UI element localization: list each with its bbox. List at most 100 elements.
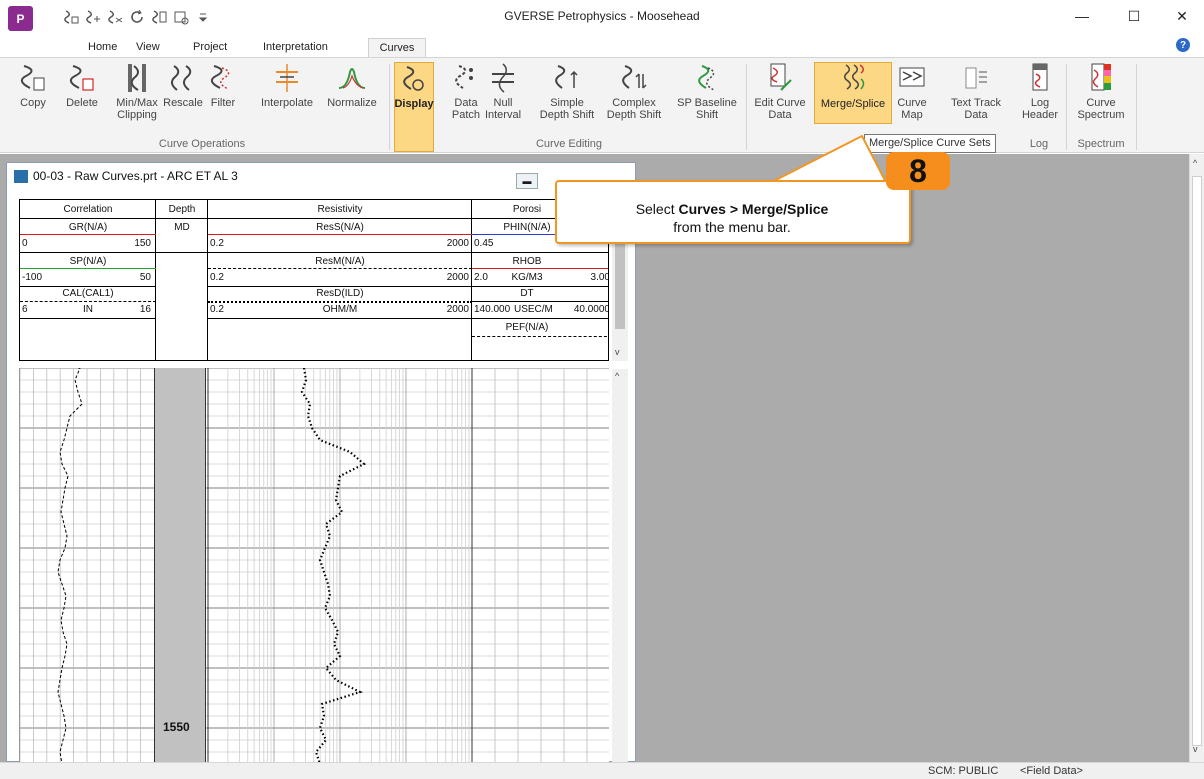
close-button[interactable]: ✕	[1162, 2, 1202, 30]
filter-button[interactable]: Filter	[206, 62, 240, 130]
curve-scale-right: 2000	[446, 272, 469, 283]
interpolate-icon	[272, 62, 302, 94]
curve-scale-left: 0.2	[210, 238, 224, 249]
complex-depth-shift-icon	[619, 62, 649, 94]
normalize-button[interactable]: Normalize	[322, 62, 382, 130]
log-header-icon	[1025, 62, 1055, 94]
text-track-data-button[interactable]: Text Track Data	[944, 62, 1008, 130]
edit-curve-data-icon	[765, 62, 795, 94]
min-max-clipping-label: Min/Max Clipping	[116, 97, 158, 121]
settings-icon[interactable]	[172, 8, 190, 26]
track-title: Depth	[168, 204, 196, 215]
curve-name: SP(N/A)	[69, 256, 107, 267]
curve-tool-icon[interactable]	[106, 8, 124, 26]
curve-map-button[interactable]: Curve Map	[894, 62, 930, 130]
merge-splice-icon	[838, 63, 868, 95]
workspace-scrollbar[interactable]: ^ v	[1189, 154, 1204, 762]
sp-baseline-shift-label: SP Baseline Shift	[677, 97, 737, 121]
scroll-up-icon[interactable]: ^	[1193, 158, 1197, 168]
tab-project[interactable]: Project	[189, 38, 231, 58]
refresh-icon[interactable]	[128, 8, 146, 26]
callout-command: Curves > Merge/Splice	[678, 201, 829, 217]
group-separator	[1066, 64, 1067, 150]
curve-scale-right: 150	[134, 238, 151, 249]
quick-access-toolbar	[62, 8, 212, 26]
tab-interpretation[interactable]: Interpretation	[259, 38, 332, 58]
text-track-data-label: Text Track Data	[950, 97, 1002, 121]
group-separator	[389, 64, 390, 150]
sp-baseline-shift-icon	[692, 62, 722, 94]
curve-scale-left: 0.2	[210, 272, 224, 283]
curve-tool-icon[interactable]	[150, 8, 168, 26]
instruction-callout: Select Curves > Merge/Splice from the me…	[555, 180, 911, 244]
simple-depth-shift-button[interactable]: Simple Depth Shift	[536, 62, 598, 130]
scroll-down-icon[interactable]: v	[615, 347, 620, 357]
log-body: 1550	[19, 368, 609, 762]
tab-curves[interactable]: Curves	[368, 38, 426, 58]
null-interval-button[interactable]: Null Interval	[480, 62, 526, 130]
scrollbar-thumb[interactable]	[1192, 176, 1202, 746]
curve-unit: USEC/M	[514, 304, 553, 315]
group-label-spectrum: Spectrum	[1077, 138, 1125, 150]
delete-button[interactable]: Delete	[62, 62, 102, 130]
track-correlation: Correlation GR(N/A) 0 150 SP(N/A) -100 5…	[20, 200, 156, 360]
track-title: Correlation	[63, 204, 113, 215]
app-logo[interactable]: P	[8, 6, 33, 31]
child-minimize-button[interactable]: ▬	[516, 173, 538, 189]
minimize-button[interactable]: —	[1062, 2, 1102, 30]
curve-name: ResD(ILD)	[316, 288, 364, 299]
clipping-icon	[122, 62, 152, 94]
log-header-label: Log Header	[1021, 97, 1059, 121]
curve-scale-left: -100	[22, 272, 43, 283]
curve-scale-left: 0	[22, 238, 28, 249]
delete-label: Delete	[66, 97, 98, 109]
log-header-panel: Correlation GR(N/A) 0 150 SP(N/A) -100 5…	[19, 199, 609, 361]
log-header-button[interactable]: Log Header	[1018, 62, 1062, 130]
normalize-icon	[337, 62, 367, 94]
tab-home[interactable]: Home	[84, 38, 121, 58]
ribbon: Copy Delete Min/Max Clipping Rescale Fil…	[0, 57, 1204, 153]
curve-spectrum-icon	[1086, 62, 1116, 94]
curve-scale-right: 2000	[446, 238, 469, 249]
curve-name: ResS(N/A)	[316, 222, 364, 233]
maximize-button[interactable]: ☐	[1114, 2, 1154, 30]
interpolate-button[interactable]: Interpolate	[256, 62, 318, 130]
display-icon	[399, 63, 429, 95]
copy-button[interactable]: Copy	[18, 62, 48, 130]
data-patch-icon	[451, 62, 481, 94]
curve-tool-icon[interactable]	[84, 8, 102, 26]
delete-curve-icon	[67, 62, 97, 94]
rescale-button[interactable]: Rescale	[162, 62, 204, 130]
sp-baseline-shift-button[interactable]: SP Baseline Shift	[674, 62, 740, 130]
tab-view[interactable]: View	[132, 38, 164, 58]
complex-depth-shift-label: Complex Depth Shift	[606, 97, 662, 121]
curve-unit: OHM/M	[322, 304, 358, 315]
body-scrollbar[interactable]: ^	[612, 369, 628, 762]
help-icon[interactable]: ?	[1176, 38, 1190, 52]
group-label-log: Log	[1029, 138, 1049, 150]
status-scm: SCM: PUBLIC	[928, 765, 999, 777]
curve-tool-icon[interactable]	[62, 8, 80, 26]
edit-curve-data-button[interactable]: Edit Curve Data	[750, 62, 810, 130]
copy-label: Copy	[20, 97, 46, 109]
depth-unit: MD	[174, 222, 190, 233]
scroll-down-icon[interactable]: v	[1193, 744, 1198, 754]
customize-icon[interactable]	[194, 8, 212, 26]
group-label-curve-operations: Curve Operations	[158, 138, 246, 150]
scroll-up-icon[interactable]: ^	[615, 371, 619, 381]
rescale-icon	[168, 62, 198, 94]
log-grid	[20, 368, 609, 762]
status-field: <Field Data>	[1020, 765, 1083, 777]
merge-splice-label: Merge/Splice	[820, 98, 886, 110]
curve-spectrum-button[interactable]: Curve Spectrum	[1072, 62, 1130, 130]
complex-depth-shift-button[interactable]: Complex Depth Shift	[598, 62, 670, 130]
merge-splice-button[interactable]: Merge/Splice	[814, 62, 892, 124]
min-max-clipping-button[interactable]: Min/Max Clipping	[108, 62, 166, 130]
curve-map-icon	[897, 62, 927, 94]
depth-track: 1550	[154, 368, 206, 762]
curve-name: RHOB	[512, 256, 542, 267]
log-window-title: 00-03 - Raw Curves.prt - ARC ET AL 3	[7, 163, 635, 189]
null-interval-label: Null Interval	[484, 97, 522, 121]
log-window: 00-03 - Raw Curves.prt - ARC ET AL 3 ▬ C…	[6, 162, 636, 762]
resistivity-trace	[300, 368, 366, 762]
